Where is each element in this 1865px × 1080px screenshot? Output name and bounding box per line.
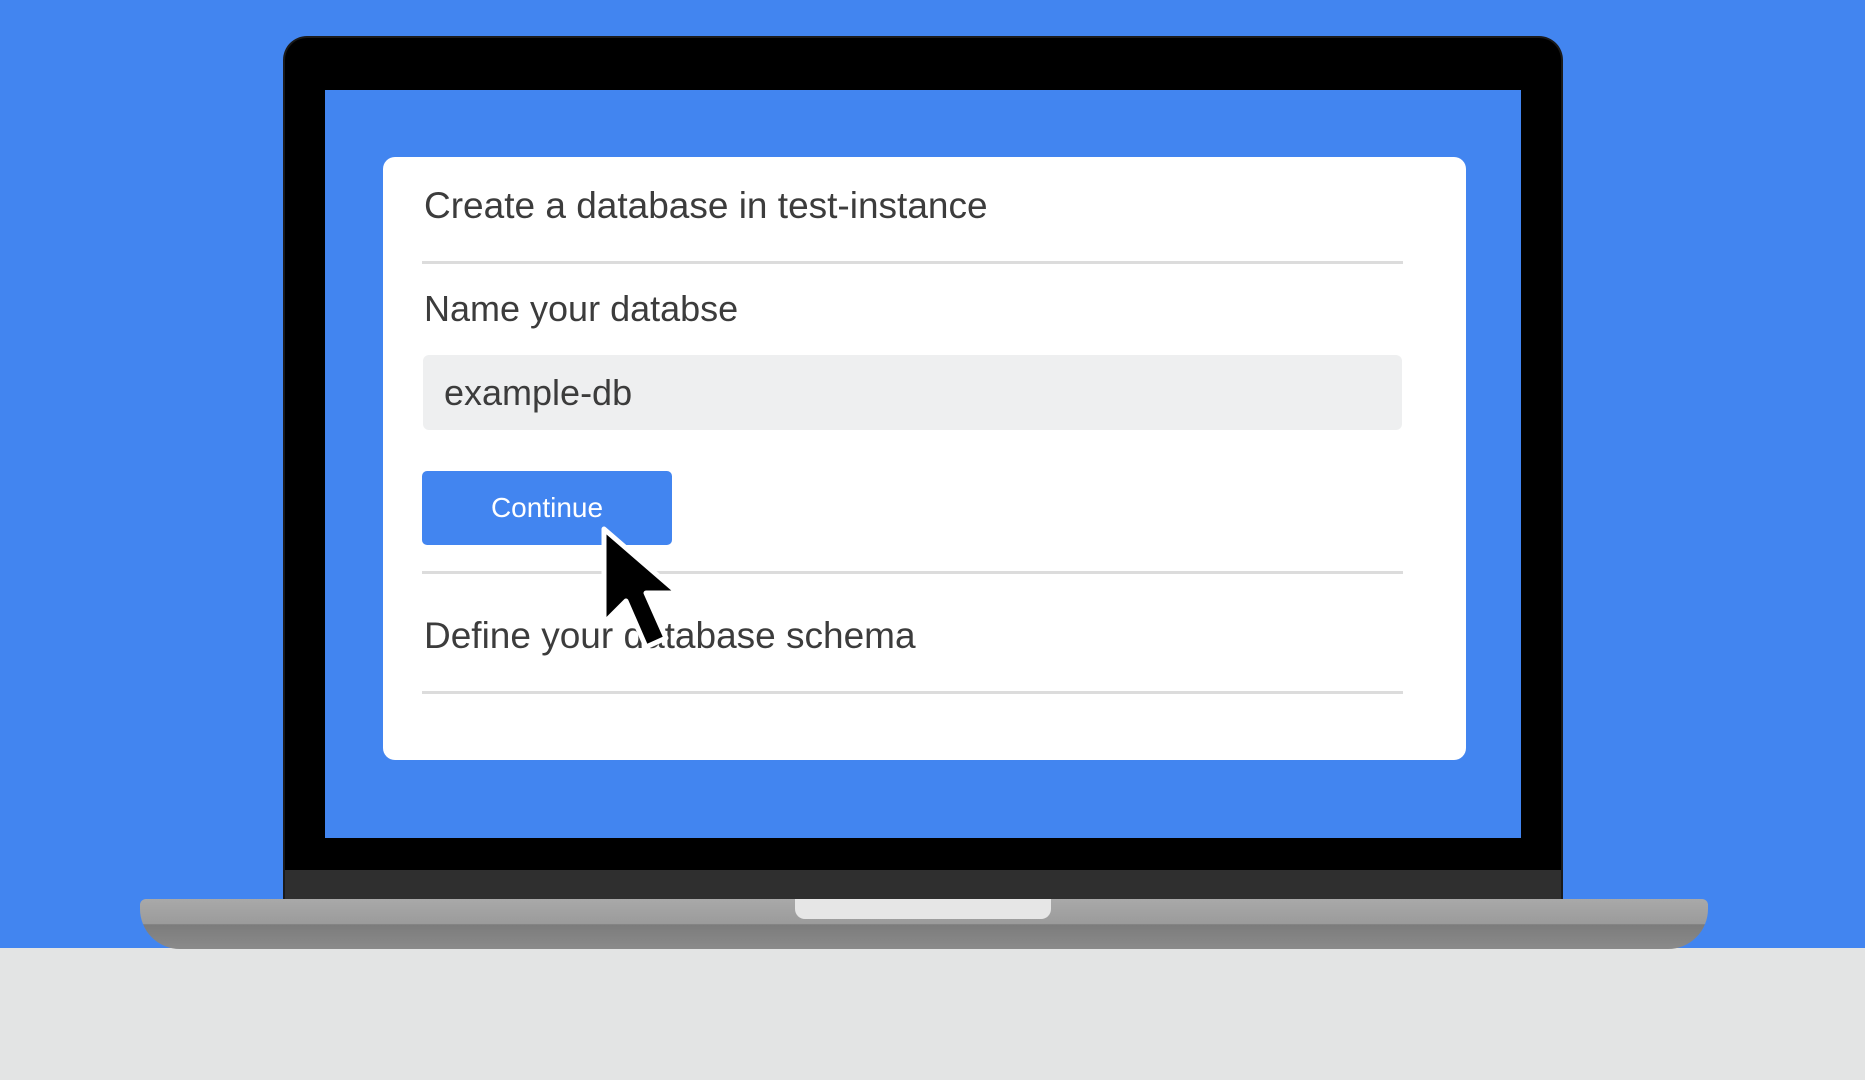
continue-button-label: Continue [490,492,604,523]
database-name-input[interactable]: example-db [423,355,1402,430]
create-database-card: Create a database in test-instance Name … [383,157,1466,760]
dialog-title: Create a database in test-instance [424,185,988,226]
database-name-value: example-db [444,371,633,413]
title-divider [422,261,1403,264]
mouse-pointer-icon [601,526,681,650]
floor [0,948,1865,1080]
name-label: Name your databse [424,288,739,329]
section-divider [422,571,1403,574]
laptop-notch [795,899,1051,919]
laptop-hinge [285,870,1561,900]
bottom-divider [422,691,1403,694]
